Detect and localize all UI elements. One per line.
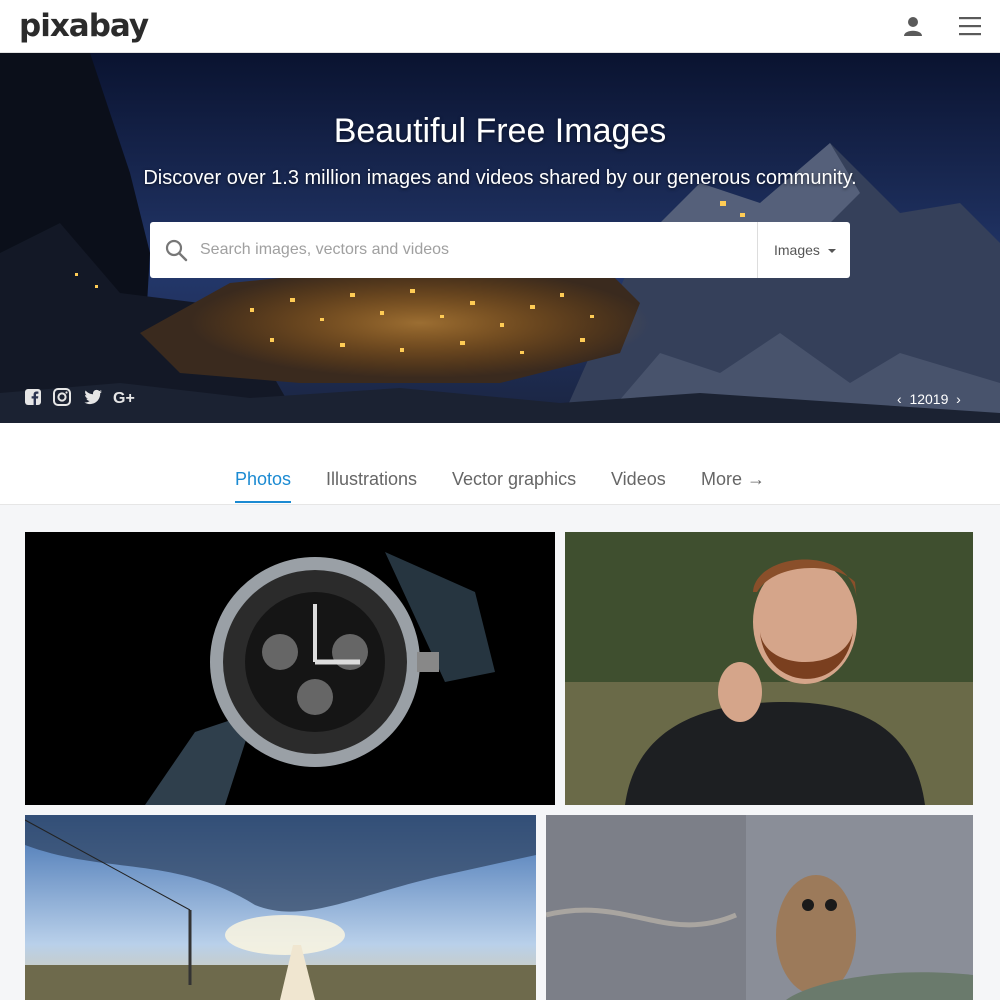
- railroad-sky-image: [25, 815, 536, 1000]
- twitter-icon[interactable]: [83, 388, 103, 406]
- search-type-dropdown[interactable]: Images: [757, 222, 850, 278]
- pixabay-logo[interactable]: pixabay: [19, 8, 149, 44]
- image-tile-watch[interactable]: [25, 532, 555, 805]
- hero-subtitle: Discover over 1.3 million images and vid…: [143, 167, 857, 189]
- tab-videos[interactable]: Videos: [611, 469, 666, 501]
- next-image-button[interactable]: ›: [956, 391, 961, 407]
- chevron-down-icon: [827, 249, 836, 253]
- tab-photos[interactable]: Photos: [235, 469, 292, 503]
- media-type-tabs: Photos Illustrations Vector graphics Vid…: [0, 423, 1000, 505]
- user-icon[interactable]: [901, 14, 925, 38]
- hero-title: Beautiful Free Images: [333, 112, 667, 150]
- tab-illustrations[interactable]: Illustrations: [326, 469, 417, 501]
- tab-more[interactable]: More →: [701, 469, 765, 501]
- instagram-icon[interactable]: [53, 388, 71, 406]
- tab-vector-graphics[interactable]: Vector graphics: [452, 469, 576, 501]
- hero-banner: Beautiful Free Images Discover over 1.3 …: [0, 53, 1000, 423]
- google-plus-icon[interactable]: G+: [113, 388, 135, 406]
- image-tile-railroad-sky[interactable]: [25, 815, 536, 1000]
- owl-image: [546, 815, 973, 1000]
- search-input[interactable]: [200, 230, 750, 270]
- svg-text:G+: G+: [113, 390, 135, 406]
- image-tile-owl[interactable]: [546, 815, 973, 1000]
- hamburger-menu-icon[interactable]: [957, 14, 983, 38]
- image-credit-label[interactable]: 12019: [909, 391, 948, 407]
- search-bar: Images: [150, 222, 850, 278]
- previous-image-button[interactable]: ‹: [897, 391, 902, 407]
- facebook-icon[interactable]: [24, 388, 42, 406]
- image-credit-navigator: ‹ 12019 ›: [897, 391, 961, 407]
- top-navigation-bar: pixabay: [0, 0, 1000, 53]
- search-type-label: Images: [774, 242, 820, 258]
- bearded-man-image: [565, 532, 973, 805]
- search-icon[interactable]: [164, 238, 188, 262]
- watch-image: [25, 532, 555, 805]
- image-tile-bearded-man[interactable]: [565, 532, 973, 805]
